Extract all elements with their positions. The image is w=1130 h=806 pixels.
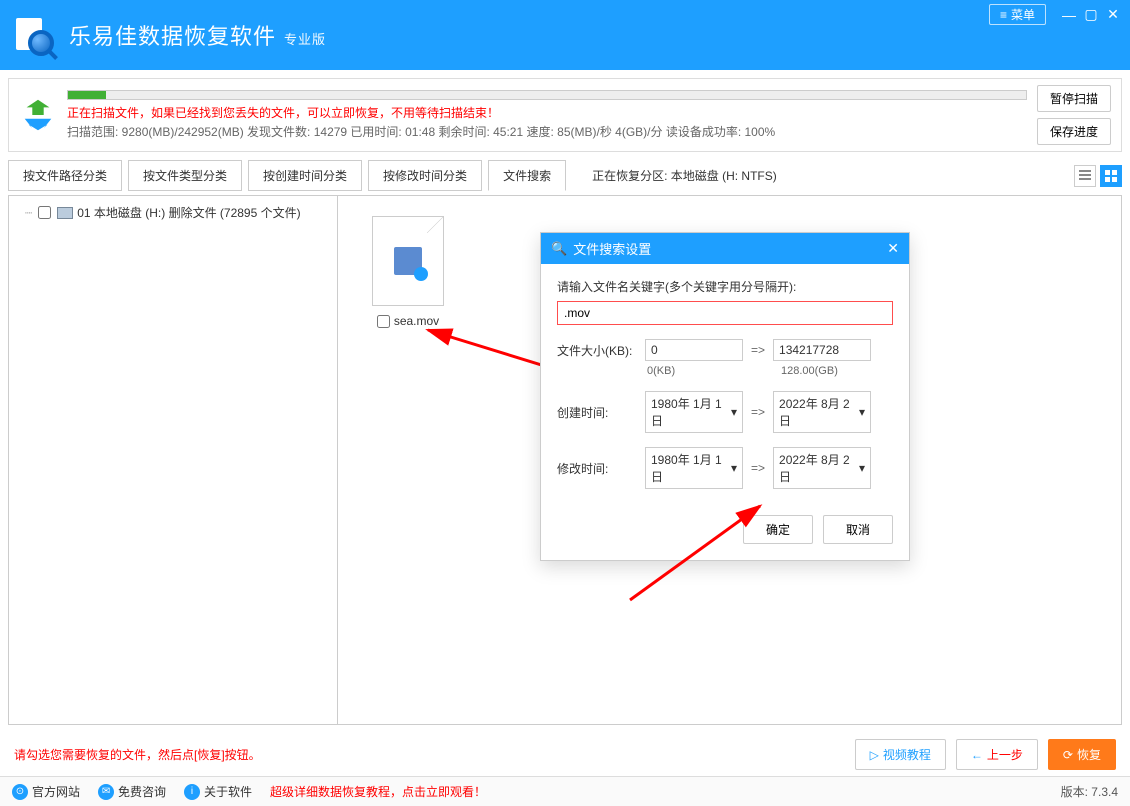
chevron-down-icon: ▾ — [859, 461, 865, 475]
scan-warning-text: 正在扫描文件，如果已经找到您丢失的文件，可以立即恢复，不用等待扫描结束！ — [67, 104, 1027, 121]
app-title-text: 乐易佳数据恢复软件 — [69, 19, 276, 51]
tab-file-search[interactable]: 文件搜索 — [488, 160, 566, 191]
arrow-left-icon: ← — [971, 748, 983, 762]
menu-icon: ≡ — [1000, 8, 1007, 22]
tab-by-mtime[interactable]: 按修改时间分类 — [368, 160, 482, 191]
recycle-icon — [19, 96, 57, 134]
chevron-down-icon: ▾ — [731, 461, 737, 475]
app-subtitle: 专业版 — [284, 29, 326, 48]
chevron-down-icon: ▾ — [731, 405, 737, 419]
ctime-to-picker[interactable]: 2022年 8月 2日▾ — [773, 391, 871, 433]
file-tree[interactable]: ┈ 01 本地磁盘 (H:) 删除文件 (72895 个文件) — [8, 196, 338, 725]
video-file-icon — [394, 247, 422, 275]
app-logo-icon — [12, 14, 54, 56]
play-icon: ▷ — [870, 748, 879, 762]
minimize-button[interactable]: — — [1058, 7, 1080, 23]
dialog-title: 文件搜索设置 — [573, 239, 651, 258]
menu-label: 菜单 — [1011, 6, 1035, 23]
size-from-hint: 0(KB) — [647, 365, 745, 377]
recover-label: 恢复 — [1077, 746, 1101, 763]
tree-node-label: 01 本地磁盘 (H:) 删除文件 (72895 个文件) — [77, 204, 300, 221]
mtime-label: 修改时间: — [557, 460, 637, 477]
video-tutorial-button[interactable]: ▷ 视频教程 — [855, 739, 946, 770]
pause-scan-button[interactable]: 暂停扫描 — [1037, 85, 1111, 112]
keyword-label: 请输入文件名关键字(多个关键字用分号隔开): — [557, 278, 893, 295]
size-label: 文件大小(KB): — [557, 342, 637, 359]
menu-button[interactable]: ≡ 菜单 — [989, 4, 1046, 25]
file-checkbox[interactable] — [377, 315, 390, 328]
dialog-icon: 🔍 — [551, 241, 567, 257]
tab-by-type[interactable]: 按文件类型分类 — [128, 160, 242, 191]
close-button[interactable]: ✕ — [1102, 6, 1124, 23]
keyword-input[interactable] — [557, 301, 893, 325]
save-progress-button[interactable]: 保存进度 — [1037, 118, 1111, 145]
prev-label: 上一步 — [987, 746, 1023, 763]
view-list-button[interactable] — [1074, 165, 1096, 187]
list-icon — [1079, 170, 1091, 182]
view-grid-button[interactable] — [1100, 165, 1122, 187]
dialog-close-button[interactable]: ✕ — [887, 240, 899, 257]
select-hint-text: 请勾选您需要恢复的文件，然后点[恢复]按钮。 — [14, 746, 261, 763]
dialog-header[interactable]: 🔍 文件搜索设置 ✕ — [541, 233, 909, 264]
size-to-input[interactable]: 134217728 — [773, 339, 871, 361]
tree-checkbox[interactable] — [38, 206, 51, 219]
app-title: 乐易佳数据恢复软件 专业版 — [69, 19, 326, 51]
maximize-button[interactable]: ▢ — [1080, 6, 1102, 23]
promo-text[interactable]: 超级详细数据恢复教程，点击立即观看！ — [270, 783, 486, 800]
scan-status-bar: 正在扫描文件，如果已经找到您丢失的文件，可以立即恢复，不用等待扫描结束！ 扫描范… — [8, 78, 1122, 152]
chevron-down-icon: ▾ — [859, 405, 865, 419]
search-settings-dialog: 🔍 文件搜索设置 ✕ 请输入文件名关键字(多个关键字用分号隔开): 文件大小(K… — [540, 232, 910, 561]
progress-bar — [67, 90, 1027, 100]
mtime-to-picker[interactable]: 2022年 8月 2日▾ — [773, 447, 871, 489]
tree-node-root[interactable]: ┈ 01 本地磁盘 (H:) 删除文件 (72895 个文件) — [15, 202, 331, 223]
arrow-icon: => — [751, 405, 765, 419]
about-link[interactable]: i 关于软件 — [184, 783, 252, 800]
arrow-icon: => — [751, 461, 765, 475]
tab-by-path[interactable]: 按文件路径分类 — [8, 160, 122, 191]
ok-button[interactable]: 确定 — [743, 515, 813, 544]
arrow-icon: => — [751, 343, 765, 357]
cancel-button[interactable]: 取消 — [823, 515, 893, 544]
file-name: sea.mov — [394, 314, 439, 328]
ctime-label: 创建时间: — [557, 404, 637, 421]
drive-icon — [57, 207, 73, 219]
prev-step-button[interactable]: ← 上一步 — [956, 739, 1038, 770]
free-consult-link[interactable]: ✉ 免费咨询 — [98, 783, 166, 800]
version-text: 版本: 7.3.4 — [1061, 783, 1118, 800]
scan-stats-text: 扫描范围: 9280(MB)/242952(MB) 发现文件数: 14279 已… — [67, 123, 1027, 140]
file-thumbnail — [372, 216, 444, 306]
size-to-hint: 128.00(GB) — [781, 365, 838, 377]
video-label: 视频教程 — [883, 746, 931, 763]
ctime-from-picker[interactable]: 1980年 1月 1日▾ — [645, 391, 743, 433]
about-label: 关于软件 — [204, 783, 252, 800]
recover-button[interactable]: ⟳ 恢复 — [1048, 739, 1116, 770]
grid-icon — [1105, 170, 1117, 182]
globe-icon: ⊙ — [12, 784, 28, 800]
file-item[interactable]: sea.mov — [358, 216, 458, 328]
mtime-from-picker[interactable]: 1980年 1月 1日▾ — [645, 447, 743, 489]
partition-status: 正在恢复分区: 本地磁盘 (H: NTFS) — [592, 167, 777, 184]
title-bar: 乐易佳数据恢复软件 专业版 ≡ 菜单 — ▢ ✕ — [0, 0, 1130, 70]
info-icon: i — [184, 784, 200, 800]
tab-by-ctime[interactable]: 按创建时间分类 — [248, 160, 362, 191]
official-label: 官方网站 — [32, 783, 80, 800]
size-from-input[interactable]: 0 — [645, 339, 743, 361]
tree-connector-icon: ┈ — [25, 206, 32, 220]
refresh-icon: ⟳ — [1063, 748, 1073, 762]
chat-icon: ✉ — [98, 784, 114, 800]
official-site-link[interactable]: ⊙ 官方网站 — [12, 783, 80, 800]
consult-label: 免费咨询 — [118, 783, 166, 800]
